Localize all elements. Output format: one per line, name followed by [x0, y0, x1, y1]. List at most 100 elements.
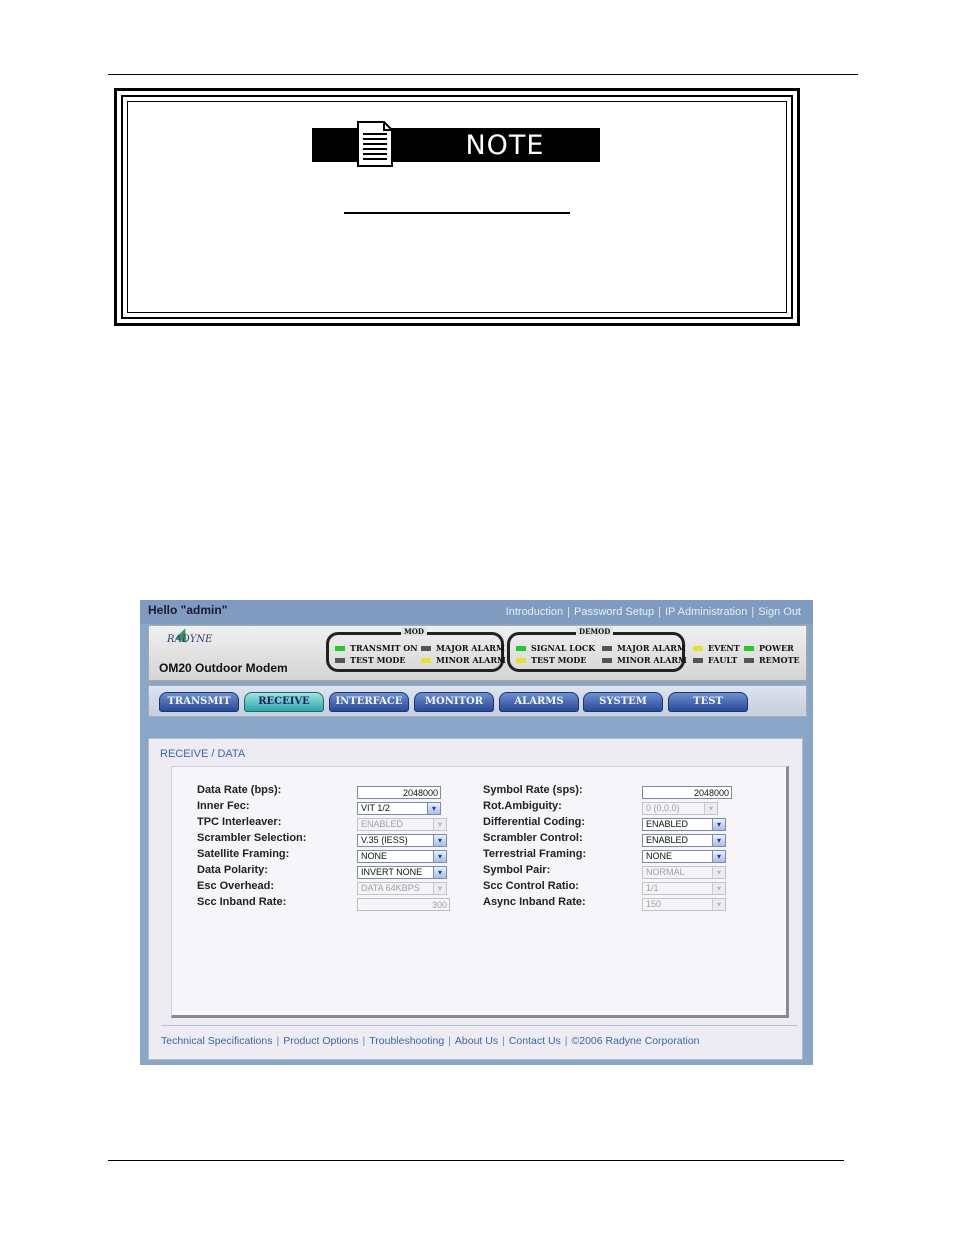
- scc-inband-rate-input: 300: [357, 898, 450, 911]
- extra-remote-label: REMOTE: [759, 655, 800, 665]
- tab-receive[interactable]: RECEIVE: [244, 692, 324, 712]
- chevron-down-icon: ▾: [433, 851, 446, 862]
- satellite-framing-label: Satellite Framing:: [197, 848, 290, 860]
- scc-inband-rate-label: Scc Inband Rate:: [197, 896, 287, 908]
- footer-link-product-options[interactable]: Product Options: [283, 1035, 358, 1047]
- tab-test[interactable]: TEST: [668, 692, 748, 712]
- scrambler-selection-select[interactable]: V.35 (IESS) ▾: [357, 834, 447, 847]
- top-links: Introduction | Password Setup | IP Administr…: [505, 606, 801, 618]
- footer-link-troubleshooting[interactable]: Troubleshooting: [369, 1035, 444, 1047]
- satellite-framing-value: NONE: [361, 851, 388, 861]
- symbol-rate-sps-label: Symbol Rate (sps):: [483, 784, 583, 796]
- chevron-down-icon: ▾: [433, 819, 446, 830]
- chevron-down-icon: ▾: [712, 835, 725, 846]
- footer-link-contact-us[interactable]: Contact Us: [509, 1035, 561, 1047]
- tpc-interleaver-select: ENABLED ▾: [357, 818, 447, 831]
- data-rate-bps-input[interactable]: 2048000: [357, 786, 441, 799]
- mod-test-mode-label: TEST MODE: [350, 655, 406, 665]
- tab-interface[interactable]: INTERFACE: [329, 692, 409, 712]
- data-polarity-label: Data Polarity:: [197, 864, 268, 876]
- rot-ambiguity-select: 0 (0,0,0) ▾: [642, 802, 718, 815]
- demod-test-mode-label: TEST MODE: [531, 655, 587, 665]
- esc-overhead-label: Esc Overhead:: [197, 880, 275, 892]
- demod-test-mode-led: [516, 658, 526, 663]
- top-bar: Hello "admin" Introduction | Password Setu…: [140, 600, 813, 624]
- footer-link-about-us[interactable]: About Us: [455, 1035, 498, 1047]
- extra-fault-led: [693, 658, 703, 663]
- chevron-down-icon: ▾: [712, 883, 725, 894]
- scrambler-selection-label: Scrambler Selection:: [197, 832, 307, 844]
- symbol-rate-sps-input[interactable]: 2048000: [642, 786, 732, 799]
- esc-overhead-value: DATA 64KBPS: [361, 883, 420, 893]
- inner-fec-value: VIT 1/2: [361, 803, 390, 813]
- differential-coding-label: Differential Coding:: [483, 816, 586, 828]
- chevron-down-icon: ▾: [712, 899, 725, 910]
- scrambler-control-select[interactable]: ENABLED ▾: [642, 834, 726, 847]
- footer-separator: |: [564, 1035, 568, 1047]
- chevron-down-icon: ▾: [712, 867, 725, 878]
- main-tabs: TRANSMIT RECEIVE INTERFACE MONITOR ALARMS SYS…: [148, 685, 807, 717]
- extra-power-led: [744, 646, 754, 651]
- extra-event-label: EVENT: [708, 643, 740, 653]
- link-ip-administration[interactable]: IP Administration: [665, 606, 747, 618]
- chevron-down-icon: ▾: [712, 819, 725, 830]
- scc-control-ratio-label: Scc Control Ratio:: [483, 880, 579, 892]
- footer-separator: |: [276, 1035, 280, 1047]
- symbol-pair-label: Symbol Pair:: [483, 864, 551, 876]
- terrestrial-framing-value: NONE: [646, 851, 673, 861]
- async-inband-rate-value: 150: [646, 899, 662, 909]
- link-password-setup[interactable]: Password Setup: [574, 606, 654, 618]
- chevron-down-icon: ▾: [433, 867, 446, 878]
- data-rate-bps-label: Data Rate (bps):: [197, 784, 282, 796]
- content-panel: RECEIVE / DATA Data Rate (bps): 2048000 In…: [148, 738, 803, 1060]
- symbol-pair-select: NORMAL ▾: [642, 866, 726, 879]
- data-polarity-value: INVERT NONE: [361, 867, 423, 877]
- extra-remote-led: [744, 658, 754, 663]
- footer-separator: |: [502, 1035, 505, 1047]
- note-underline: [344, 212, 570, 214]
- mod-transmit-on-led: [335, 646, 345, 651]
- chevron-down-icon: ▾: [427, 803, 440, 814]
- demod-major-alarm-label: MAJOR ALARM: [617, 643, 686, 653]
- mod-test-mode-led: [335, 658, 345, 663]
- tab-transmit[interactable]: TRANSMIT: [159, 692, 239, 712]
- mod-minor-alarm-led: [421, 658, 431, 663]
- breadcrumb: RECEIVE / DATA: [160, 748, 246, 760]
- chevron-down-icon: ▾: [704, 803, 717, 814]
- tab-monitor[interactable]: MONITOR: [414, 692, 494, 712]
- tab-alarms[interactable]: ALARMS: [499, 692, 579, 712]
- async-inband-rate-label: Async Inband Rate:: [483, 896, 586, 908]
- device-header: RADYNE OM20 Outdoor Modem MOD DEMOD TRAN…: [148, 625, 807, 681]
- chevron-down-icon: ▾: [433, 835, 446, 846]
- extra-event-led: [693, 646, 703, 651]
- scc-control-ratio-value: 1/1: [646, 883, 659, 893]
- scc-control-ratio-select: 1/1 ▾: [642, 882, 726, 895]
- radyne-logo: RADYNE: [167, 634, 213, 645]
- inner-fec-label: Inner Fec:: [197, 800, 250, 812]
- terrestrial-framing-select[interactable]: NONE ▾: [642, 850, 726, 863]
- mod-major-alarm-led: [421, 646, 431, 651]
- terrestrial-framing-label: Terrestrial Framing:: [483, 848, 587, 860]
- demod-minor-alarm-label: MINOR ALARM: [617, 655, 687, 665]
- footer-links: Technical Specifications | Product Options…: [161, 1035, 700, 1047]
- footer-link-technical-specifications[interactable]: Technical Specifications: [161, 1035, 272, 1047]
- scrambler-control-value: ENABLED: [646, 835, 689, 845]
- link-sign-out[interactable]: Sign Out: [758, 606, 801, 618]
- demod-major-alarm-led: [602, 646, 612, 651]
- scrambler-selection-value: V.35 (IESS): [361, 835, 408, 845]
- mod-minor-alarm-label: MINOR ALARM: [436, 655, 506, 665]
- differential-coding-select[interactable]: ENABLED ▾: [642, 818, 726, 831]
- tab-system[interactable]: SYSTEM: [583, 692, 663, 712]
- footer-rule: [108, 1160, 844, 1161]
- link-introduction[interactable]: Introduction: [506, 606, 563, 618]
- footer-separator: |: [362, 1035, 366, 1047]
- modem-web-ui: Hello "admin" Introduction | Password Setu…: [140, 600, 813, 1065]
- satellite-framing-select[interactable]: NONE ▾: [357, 850, 447, 863]
- greeting: Hello "admin": [148, 603, 228, 617]
- data-polarity-select[interactable]: INVERT NONE ▾: [357, 866, 447, 879]
- footer-divider: [161, 1025, 797, 1026]
- mod-major-alarm-label: MAJOR ALARM: [436, 643, 505, 653]
- inner-fec-select[interactable]: VIT 1/2 ▾: [357, 802, 441, 815]
- esc-overhead-select: DATA 64KBPS ▾: [357, 882, 447, 895]
- header-rule: [108, 74, 858, 75]
